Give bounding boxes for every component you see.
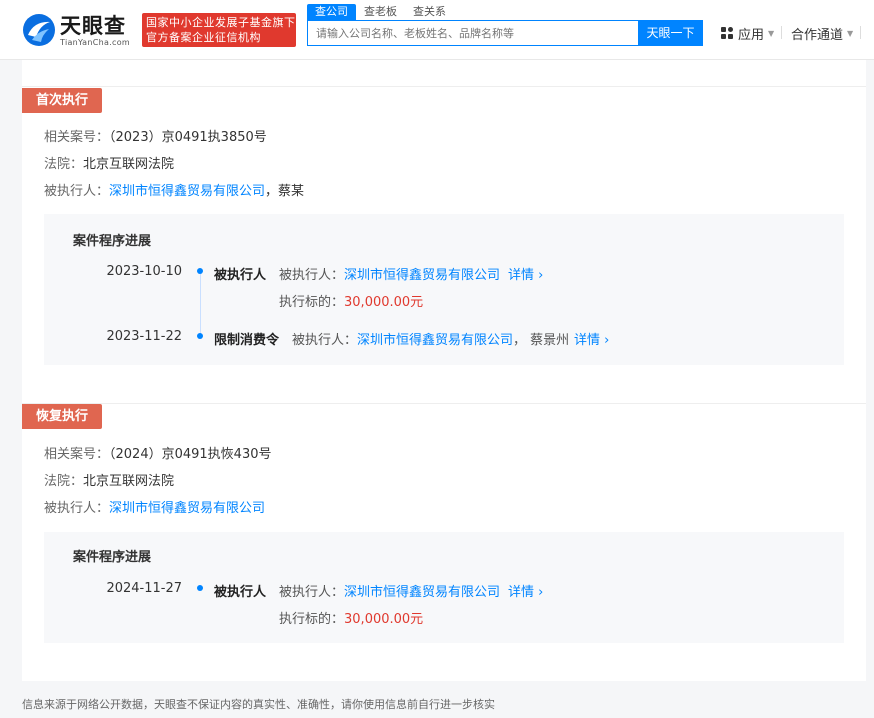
section-divider <box>22 86 866 87</box>
chevron-down-icon: ▼ <box>847 29 854 38</box>
timeline-party-label: 被执行人： <box>292 333 358 348</box>
nav-cooperation-menu[interactable]: 合作通道 ▼ <box>791 24 853 43</box>
timeline-party-label: 被执行人： <box>279 585 345 600</box>
chevron-right-icon: › <box>538 585 544 600</box>
logo-domain: TianYanCha.com <box>60 37 130 47</box>
amount-label: 执行标的： <box>279 295 345 310</box>
detail-label: 详情 <box>508 268 535 283</box>
nav-cooperation-label: 合作通道 <box>791 28 844 43</box>
case-number-label: 相关案号： <box>44 130 110 145</box>
party-row: 被执行人：深圳市恒得鑫贸易有限公司，蔡某 <box>44 180 304 199</box>
section-tag-first-execution: 首次执行 <box>22 88 103 113</box>
party-label: 被执行人： <box>44 501 110 516</box>
chevron-right-icon: › <box>604 333 610 348</box>
timeline-connector <box>200 274 201 338</box>
timeline-detail-link[interactable]: 详情 › <box>508 581 543 600</box>
tianyancha-logo[interactable]: 天眼查 TianYanCha.com <box>22 12 138 48</box>
court-value: 北京互联网法院 <box>83 474 175 489</box>
case-progress-panel: 案件程序进展 2023-10-10 被执行人 被执行人：深圳市恒得鑫贸易有限公司… <box>44 214 844 365</box>
progress-title: 案件程序进展 <box>73 550 152 565</box>
timeline-date: 2024-11-27 <box>106 581 182 596</box>
case-number-label: 相关案号： <box>44 447 110 462</box>
court-row: 法院：北京互联网法院 <box>44 470 174 489</box>
timeline-party-link[interactable]: 深圳市恒得鑫贸易有限公司 <box>344 268 500 283</box>
section-divider <box>22 403 866 404</box>
logo-text: 天眼查 <box>60 13 126 38</box>
search-input[interactable] <box>307 20 639 46</box>
chevron-right-icon: › <box>538 268 544 283</box>
section-tag-resumed-execution: 恢复执行 <box>22 404 103 429</box>
nav-divider <box>860 26 861 39</box>
party-person: 蔡某 <box>278 184 305 199</box>
timeline-amount: 执行标的：30,000.00元 <box>279 608 423 627</box>
case-progress-panel: 案件程序进展 2024-11-27 被执行人 被执行人：深圳市恒得鑫贸易有限公司… <box>44 532 844 643</box>
court-label: 法院： <box>44 474 84 489</box>
timeline-dot-icon <box>197 333 203 339</box>
court-label: 法院： <box>44 157 84 172</box>
timeline-amount: 执行标的：30,000.00元 <box>279 291 423 310</box>
timeline-party-extra: ， 蔡景州 <box>513 333 570 348</box>
tab-company[interactable]: 查公司 <box>307 4 356 20</box>
footer-disclaimer: 信息来源于网络公开数据，天眼查不保证内容的真实性、准确性，请你使用信息前自行进一… <box>22 698 495 711</box>
top-header: 天眼查 TianYanCha.com 国家中小企业发展子基金旗下 官方备案企业征… <box>0 0 874 60</box>
logo-mark-icon <box>22 13 56 47</box>
timeline-party: 被执行人：深圳市恒得鑫贸易有限公司 <box>279 581 500 600</box>
party-company-link[interactable]: 深圳市恒得鑫贸易有限公司 <box>109 184 265 199</box>
timeline-dot-icon <box>197 585 203 591</box>
nav-apps-menu[interactable]: 应用 ▼ <box>721 24 774 43</box>
chevron-down-icon: ▼ <box>768 29 775 38</box>
timeline-party-link[interactable]: 深圳市恒得鑫贸易有限公司 <box>357 333 513 348</box>
court-value: 北京互联网法院 <box>83 157 175 172</box>
progress-title: 案件程序进展 <box>73 234 152 249</box>
timeline-detail-link[interactable]: 详情 › <box>574 329 609 348</box>
search-tabs: 查公司 查老板 查关系 <box>307 4 454 20</box>
timeline-date: 2023-10-10 <box>106 264 182 279</box>
search-button[interactable]: 天眼一下 <box>638 20 703 46</box>
party-separator: ， <box>265 184 279 199</box>
apps-grid-icon <box>721 27 734 40</box>
case-number-value: （2024）京0491执恢430号 <box>109 447 272 462</box>
timeline-event-type: 被执行人 <box>214 585 267 600</box>
badge-line-1: 国家中小企业发展子基金旗下 <box>146 16 296 29</box>
timeline-party: 被执行人：深圳市恒得鑫贸易有限公司 <box>279 264 500 283</box>
timeline-party: 被执行人：深圳市恒得鑫贸易有限公司， 蔡景州 <box>292 329 569 348</box>
tab-relation[interactable]: 查关系 <box>405 4 454 20</box>
timeline-date: 2023-11-22 <box>106 329 182 344</box>
detail-label: 详情 <box>574 333 601 348</box>
nav-divider <box>781 26 782 39</box>
timeline-party-label: 被执行人： <box>279 268 345 283</box>
amount-value: 30,000.00元 <box>344 612 424 627</box>
timeline-detail-link[interactable]: 详情 › <box>508 264 543 283</box>
nav-apps-label: 应用 <box>738 28 765 43</box>
badge-line-2: 官方备案企业征信机构 <box>146 31 261 44</box>
timeline-event-type: 被执行人 <box>214 268 267 283</box>
party-label: 被执行人： <box>44 184 110 199</box>
amount-label: 执行标的： <box>279 612 345 627</box>
timeline-event-type: 限制消费令 <box>214 333 280 348</box>
case-number-row: 相关案号：（2024）京0491执恢430号 <box>44 443 272 462</box>
timeline-party-link[interactable]: 深圳市恒得鑫贸易有限公司 <box>344 585 500 600</box>
case-number-value: （2023）京0491执3850号 <box>109 130 267 145</box>
party-row: 被执行人：深圳市恒得鑫贸易有限公司 <box>44 497 265 516</box>
detail-label: 详情 <box>508 585 535 600</box>
amount-value: 30,000.00元 <box>344 295 424 310</box>
tab-boss[interactable]: 查老板 <box>356 4 405 20</box>
timeline-dot-icon <box>197 268 203 274</box>
official-badge: 国家中小企业发展子基金旗下 官方备案企业征信机构 <box>142 13 296 47</box>
party-company-link[interactable]: 深圳市恒得鑫贸易有限公司 <box>109 501 265 516</box>
court-row: 法院：北京互联网法院 <box>44 153 174 172</box>
case-number-row: 相关案号：（2023）京0491执3850号 <box>44 126 267 145</box>
